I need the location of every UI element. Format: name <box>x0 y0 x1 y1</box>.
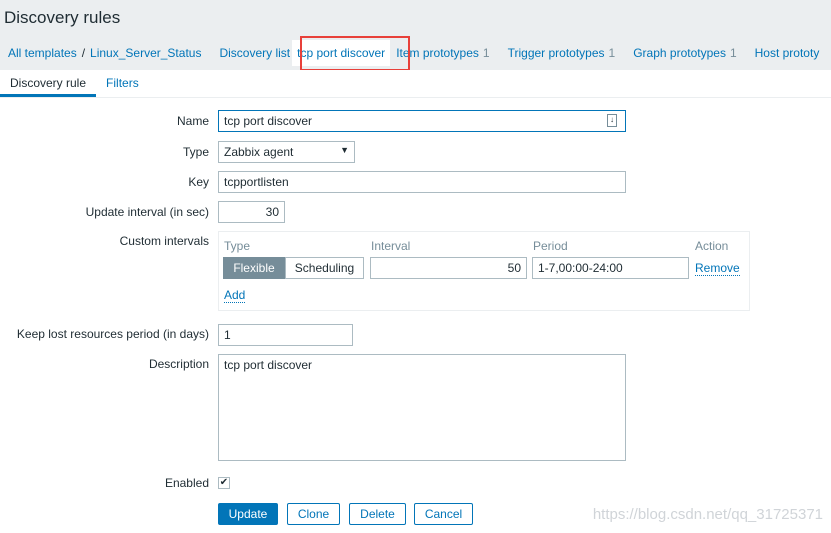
flexible-button[interactable]: Flexible <box>223 257 285 279</box>
remove-link[interactable]: Remove <box>695 261 740 276</box>
keep-lost-label: Keep lost resources period (in days) <box>16 327 209 341</box>
header-period: Period <box>533 239 568 253</box>
crumb-template[interactable]: Linux_Server_Status <box>90 46 201 60</box>
watermark: https://blog.csdn.net/qq_31725371 <box>592 506 823 523</box>
key-input[interactable]: tcpportlisten <box>218 171 626 193</box>
crumb-discovery-list[interactable]: Discovery list <box>219 46 290 60</box>
tab-item-prototypes[interactable]: Item prototypes 1 <box>396 46 489 60</box>
tab-host-prototypes[interactable]: Host prototy <box>755 46 820 60</box>
keep-lost-input[interactable]: 1 <box>218 324 353 346</box>
clone-button[interactable]: Clone <box>287 503 340 525</box>
type-select[interactable]: Zabbix agent ▼ <box>218 141 355 163</box>
period-input[interactable]: 1-7,00:00-24:00 <box>532 257 689 279</box>
name-label: Name <box>176 114 209 128</box>
header-type: Type <box>224 239 251 253</box>
tab-filters[interactable]: Filters <box>96 70 149 97</box>
custom-intervals-label: Custom intervals <box>119 234 209 248</box>
delete-button[interactable]: Delete <box>349 503 406 525</box>
description-textarea[interactable]: tcp port discover <box>218 354 626 461</box>
update-interval-input[interactable]: 30 <box>218 201 285 223</box>
header-interval: Interval <box>371 239 411 253</box>
description-label: Description <box>148 357 209 371</box>
cancel-button[interactable]: Cancel <box>414 503 473 525</box>
type-label: Type <box>182 145 209 159</box>
scheduling-button[interactable]: Scheduling <box>285 257 364 279</box>
dropdown-arrow-icon: ▼ <box>340 145 349 155</box>
breadcrumb: All templates / Linux_Server_Status Disc… <box>0 36 831 69</box>
interval-input[interactable]: 50 <box>370 257 527 279</box>
header-action: Action <box>695 239 729 253</box>
update-interval-label: Update interval (in sec) <box>85 205 209 219</box>
update-button[interactable]: Update <box>218 503 278 525</box>
crumb-separator: / <box>81 45 86 60</box>
name-input[interactable]: tcp port discover ↓ <box>218 110 626 132</box>
form-panel: Discovery rule Filters Name tcp port dis… <box>0 70 831 533</box>
tab-discovery-rule[interactable]: Discovery rule <box>0 70 97 97</box>
enabled-label: Enabled <box>164 476 209 490</box>
tab-trigger-prototypes[interactable]: Trigger prototypes 1 <box>508 46 616 60</box>
highlight-box <box>300 36 410 71</box>
add-link[interactable]: Add <box>224 288 246 303</box>
enabled-checkbox[interactable]: ✔ <box>218 477 230 489</box>
crumb-all-templates[interactable]: All templates <box>8 46 77 60</box>
keyboard-icon: ↓ <box>607 114 617 127</box>
tab-graph-prototypes[interactable]: Graph prototypes 1 <box>633 46 736 60</box>
page-title: Discovery rules <box>4 8 121 27</box>
custom-intervals-table: Type Interval Period Action Flexible Sch… <box>218 231 750 311</box>
key-label: Key <box>188 175 209 189</box>
